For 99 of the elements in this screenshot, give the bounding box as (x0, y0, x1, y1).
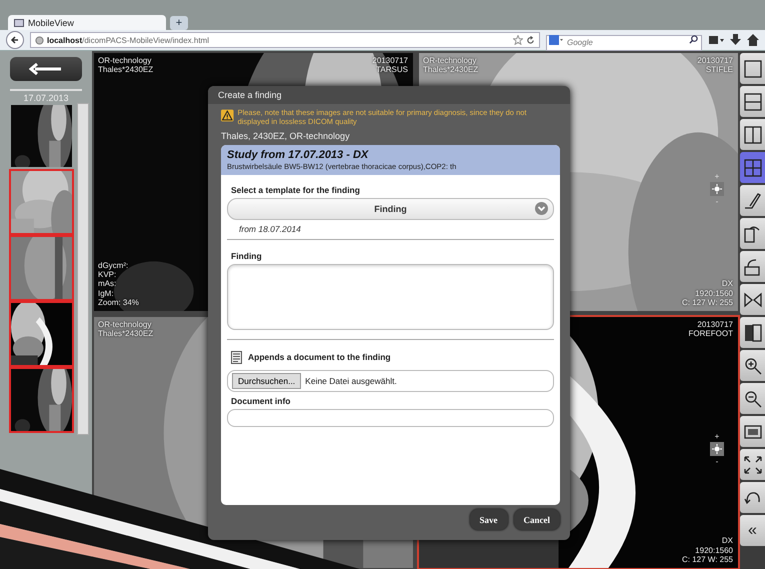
overlay-text: 20130717 (696, 320, 733, 330)
overlay-text: OR-technology (423, 56, 478, 66)
dialog-button[interactable]: Save (470, 509, 508, 530)
address-field[interactable]: localhost/dicomPACS-MobileView/index.html (30, 32, 540, 48)
overlay-text: Zoom: 34% (98, 298, 139, 307)
sun-icon (712, 444, 722, 454)
thumbnail[interactable] (9, 235, 74, 301)
template-date: from 18.07.2014 (239, 224, 302, 234)
overlay-text: Thales*2430EZ (98, 329, 154, 338)
layout-grid-icon (744, 158, 762, 176)
overlay-text: 1920:1560 (694, 288, 733, 298)
overlay-text: dGycm²: (98, 261, 130, 270)
fit-icon (744, 422, 762, 440)
thumbnail[interactable] (9, 103, 74, 169)
document-icon (231, 350, 242, 364)
overlay-text: 20130717 (697, 56, 733, 66)
tool-button[interactable] (740, 449, 765, 480)
file-status: Keine Datei ausgewählt. (305, 376, 397, 386)
scrollbar[interactable] (77, 103, 89, 435)
browser-tab[interactable]: MobileView (8, 15, 166, 30)
annotate-icon (744, 192, 762, 210)
overlay-text: Thales*2430EZ (98, 65, 154, 74)
overlay-text: 1920:1560 (694, 546, 733, 555)
tool-button[interactable] (740, 350, 765, 381)
finding-field[interactable] (227, 264, 554, 330)
warning-icon (221, 108, 234, 123)
overlay-text: OR-technology (98, 320, 152, 330)
tool-button[interactable] (740, 185, 765, 216)
overlay-text: KVP: (98, 270, 118, 280)
overlay-text: OR-technology (98, 56, 152, 66)
invert-icon (744, 324, 762, 342)
sun-icon (712, 184, 722, 194)
home-icon[interactable] (747, 34, 759, 46)
zoom-in-icon (744, 356, 762, 374)
search-icon[interactable] (689, 35, 698, 44)
overlay-text: STIFLE (704, 65, 733, 74)
tool-button[interactable] (740, 218, 765, 249)
back-button[interactable] (6, 31, 24, 49)
overlay-text: DX (720, 536, 733, 546)
brightness-button[interactable] (710, 442, 724, 456)
document-info-label: Document info (231, 396, 292, 406)
rotate-left-icon (744, 224, 762, 242)
tool-button[interactable] (740, 482, 765, 513)
fullscreen-icon (744, 456, 762, 474)
plus-label: + (714, 432, 720, 442)
file-field[interactable]: Durchsuchen... Keine Datei ausgewählt. (227, 370, 554, 392)
minus-label: - (716, 457, 718, 466)
arrow-left-icon (29, 63, 63, 75)
overlay-text: mAs: (98, 279, 118, 289)
browse-button[interactable]: Durchsuchen... (232, 372, 302, 389)
tool-button[interactable] (740, 317, 765, 348)
thumbnail[interactable] (9, 367, 74, 433)
download-icon[interactable] (730, 34, 741, 46)
template-select[interactable]: Finding (227, 198, 554, 220)
overlay-text: FOREFOOT (688, 329, 733, 338)
template-label: Select a template for the finding (231, 184, 361, 195)
tool-button[interactable] (740, 86, 765, 117)
tool-button[interactable] (740, 251, 765, 282)
study-title: Study from 17.07.2013 - DX (227, 148, 370, 161)
dialog-button[interactable]: Cancel (514, 509, 560, 530)
zoom-out-icon (744, 390, 762, 408)
globe-icon (35, 36, 44, 44)
back-button[interactable] (10, 57, 82, 81)
plus-label: + (714, 172, 720, 181)
layout-single-icon (744, 60, 762, 78)
overlay-text: C: 127 W: 255 (682, 298, 733, 307)
search-field[interactable]: Google (546, 34, 702, 50)
tool-button[interactable] (740, 53, 765, 84)
search-engine-icon[interactable] (549, 35, 563, 45)
url-text: localhost/dicomPACS-MobileView/index.html (47, 36, 209, 44)
thumbnail[interactable] (9, 169, 74, 235)
overlay-text: Thales*2430EZ (423, 65, 478, 74)
attach-label: Appends a document to the finding (248, 352, 391, 362)
reload-icon[interactable] (526, 36, 535, 44)
patient-info: Thales, 2430EZ, OR-technology (221, 130, 351, 141)
minus-label: - (716, 196, 718, 206)
collapse-button[interactable]: « (740, 515, 765, 546)
tool-button[interactable] (740, 383, 765, 414)
new-tab-button[interactable]: + (170, 16, 188, 30)
layout-rows-icon (744, 92, 762, 110)
series-date: 17.07.2013 (10, 89, 82, 103)
layout-columns-icon (744, 126, 762, 144)
overlay-text: IgM: (98, 288, 115, 298)
flip-icon (744, 290, 762, 308)
chevron-down-icon (535, 202, 548, 215)
document-info-field[interactable] (227, 408, 554, 427)
finding-label: Finding (231, 250, 263, 261)
dialog-title: Create a finding (208, 86, 570, 104)
arrow-left-icon (10, 35, 20, 45)
rotate-right-icon (744, 258, 762, 276)
tool-button[interactable] (740, 284, 765, 315)
overlay-text: DX (720, 279, 733, 289)
tool-button[interactable] (740, 119, 765, 150)
thumbnail[interactable] (9, 301, 74, 367)
tool-button[interactable] (740, 416, 765, 447)
page-icon (14, 18, 24, 26)
overlay-text: C: 127 W: 255 (682, 554, 733, 564)
star-icon[interactable] (513, 35, 523, 45)
bookmarks-icon[interactable] (708, 34, 724, 46)
